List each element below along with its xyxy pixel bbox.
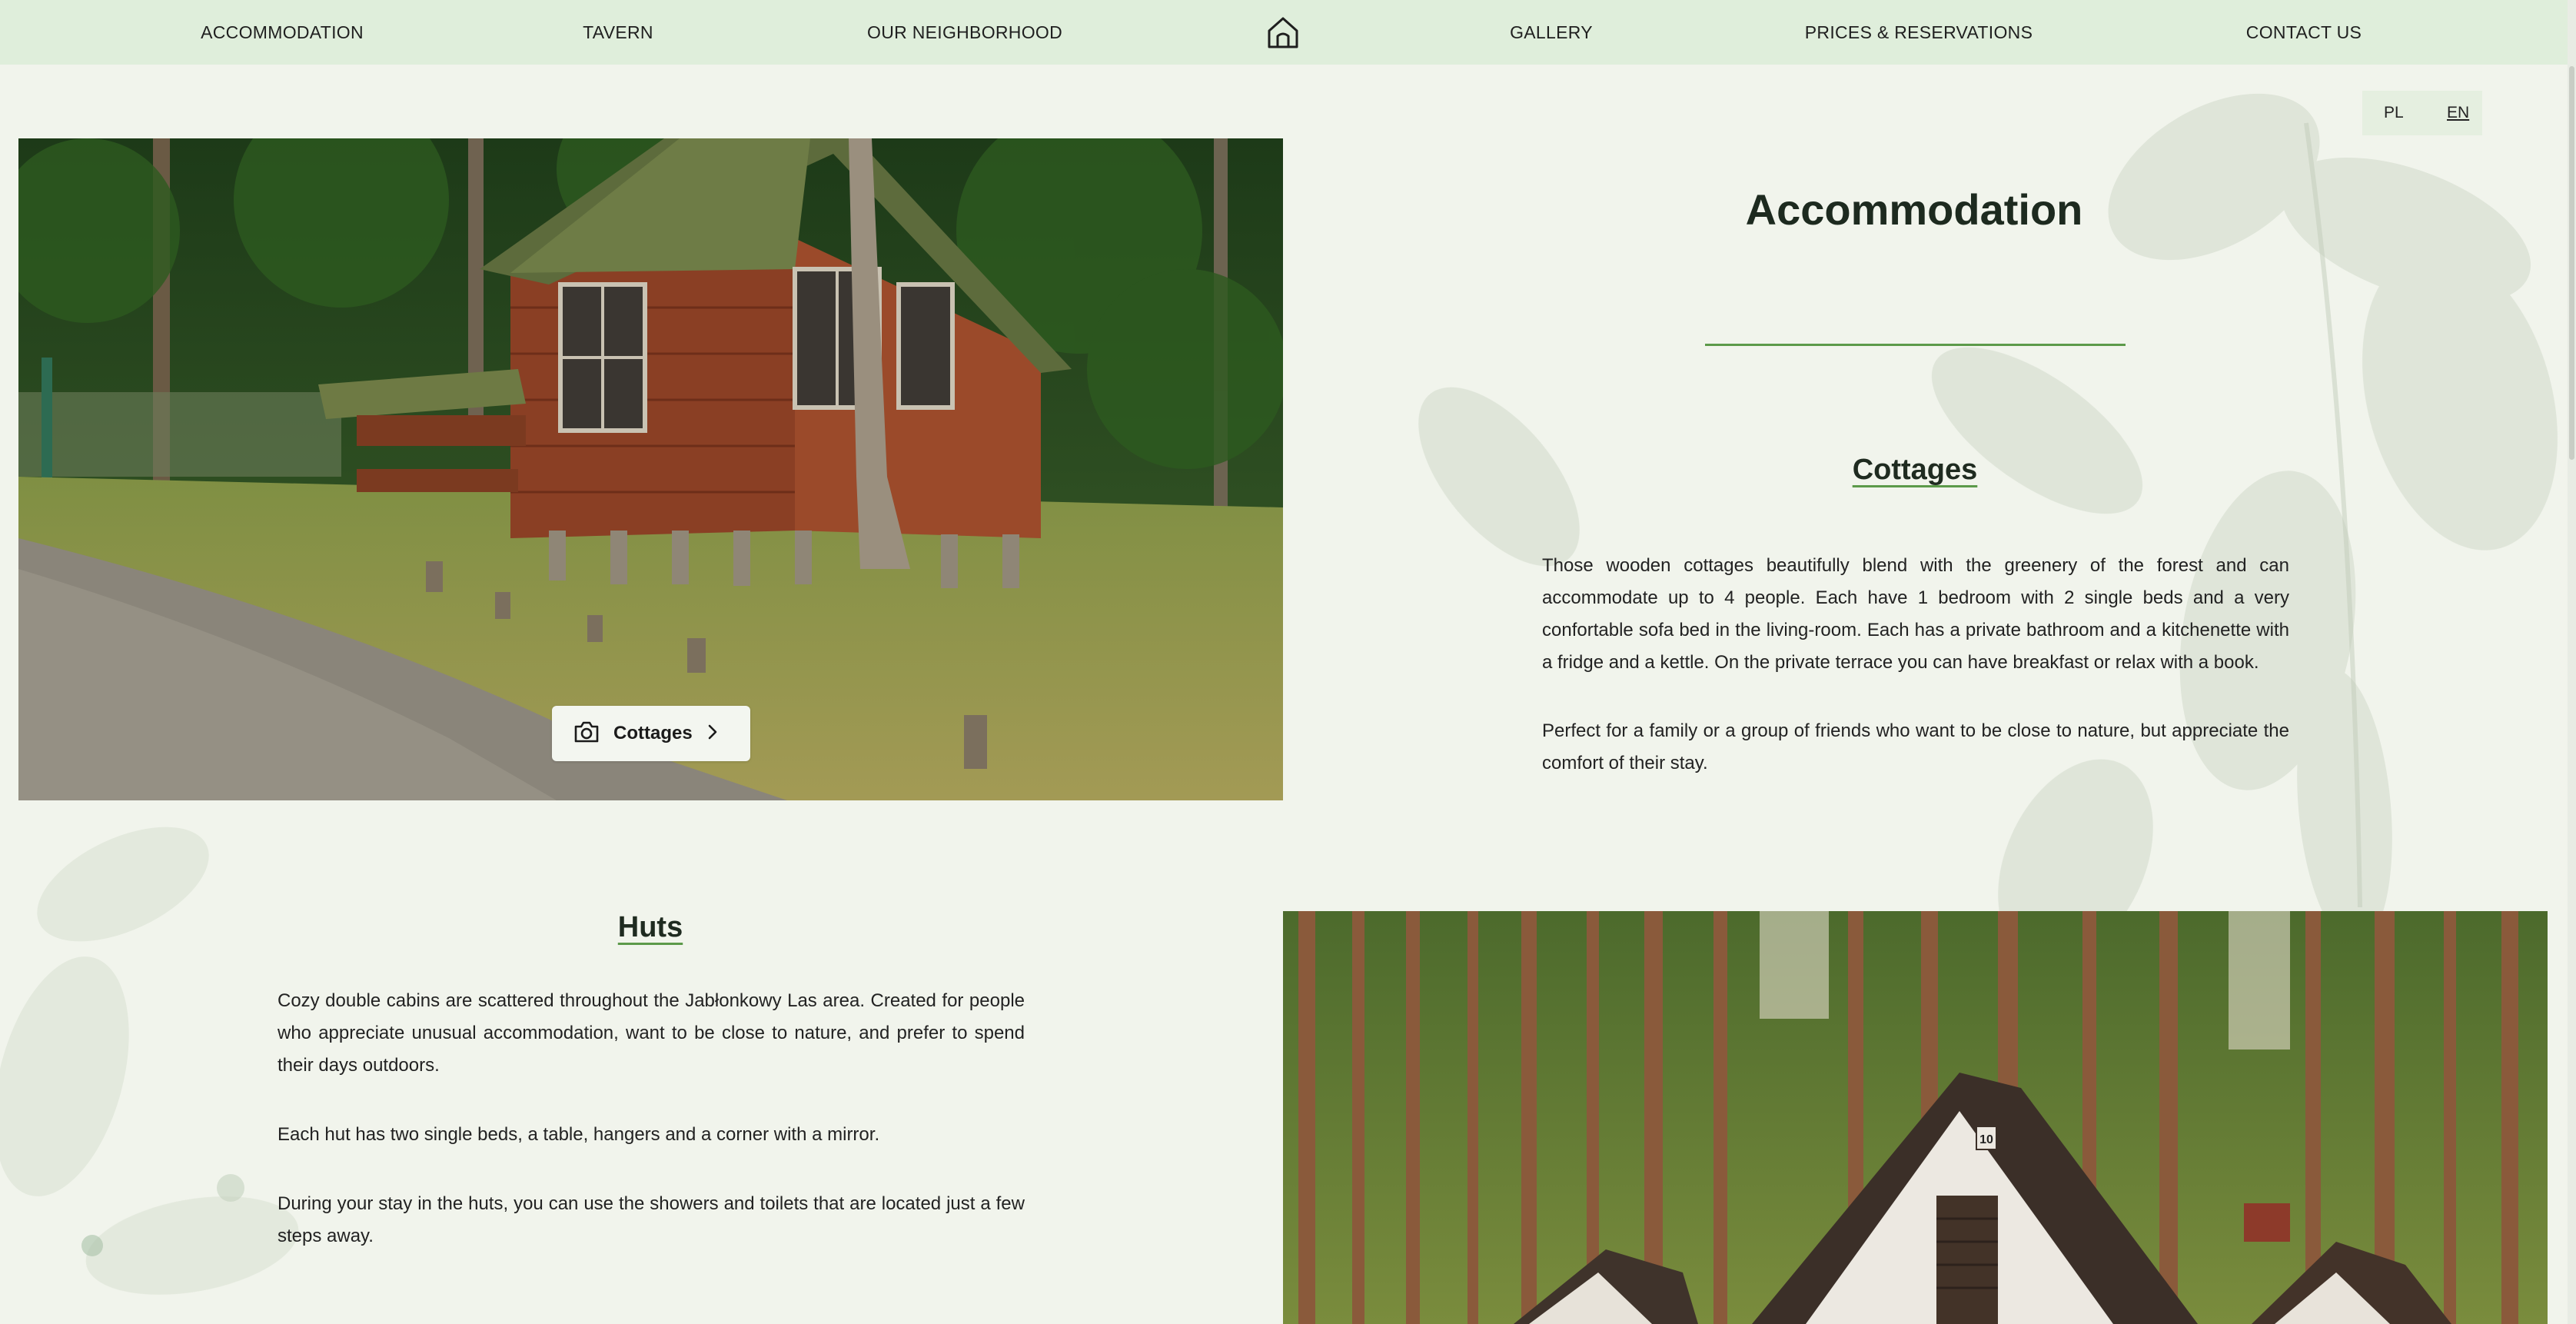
home-icon[interactable] [1266,15,1300,49]
language-switcher: PL EN [2362,91,2482,135]
scrollbar-thumb[interactable] [2569,66,2574,460]
hut-number-sign: 10 [1979,1133,1993,1146]
huts-description-2: Each hut has two single beds, a table, h… [278,1124,880,1145]
nav-prices-reservations[interactable]: PRICES & RESERVATIONS [1805,0,2033,65]
chevron-right-icon [706,724,719,744]
camera-icon [573,720,600,747]
cottages-description: Those wooden cottages beautifully blend … [1542,555,2289,673]
nav-gallery[interactable]: GALLERY [1510,0,1593,65]
cottages-heading: Cottages [1852,454,1978,486]
top-navigation: ACCOMMODATION TAVERN OUR NEIGHBORHOOD GA… [0,0,2568,65]
nav-contact-us[interactable]: CONTACT US [2246,0,2362,65]
nav-our-neighborhood[interactable]: OUR NEIGHBORHOOD [867,0,1062,65]
title-divider [1705,344,2126,346]
cottages-gallery-button[interactable]: Cottages [552,706,750,761]
cottages-gallery-label: Cottages [613,723,693,744]
huts-description: Cozy double cabins are scattered through… [278,990,1025,1076]
cottage-photo [18,138,1283,800]
cottages-description-2: Perfect for a family or a group of frien… [1542,720,2289,773]
huts-heading: Huts [617,911,683,943]
lang-pl[interactable]: PL [2384,91,2404,135]
scrollbar[interactable] [2568,0,2576,1324]
lang-en[interactable]: EN [2447,91,2469,135]
nav-tavern[interactable]: TAVERN [583,0,653,65]
huts-description-3: During your stay in the huts, you can us… [278,1193,1025,1246]
page-title: Accommodation [1745,185,2083,234]
huts-photo: 10 [1283,911,2548,1324]
nav-accommodation[interactable]: ACCOMMODATION [201,0,364,65]
